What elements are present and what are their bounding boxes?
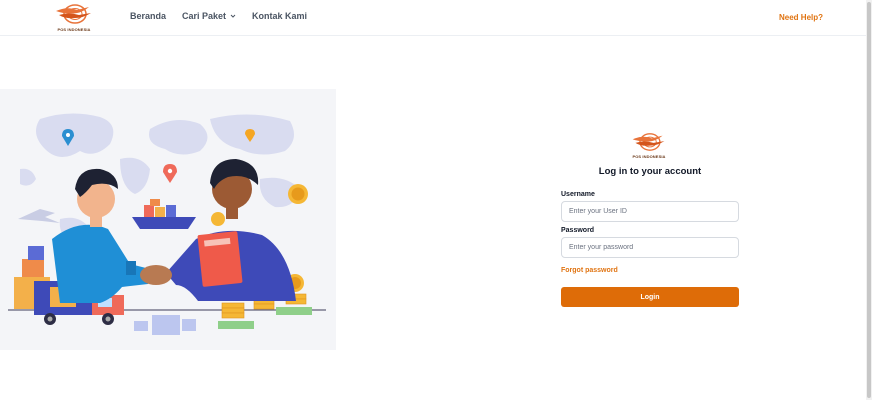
pos-eagle-icon	[56, 4, 91, 24]
nav-cari-paket-label: Cari Paket	[182, 11, 227, 21]
login-logo-text: POS INDONESIA	[632, 154, 666, 159]
forgot-password-link[interactable]: Forgot password	[561, 267, 618, 274]
login-logo: POS INDONESIA	[630, 131, 668, 159]
login-button[interactable]: Login	[561, 287, 739, 307]
username-label: Username	[561, 191, 595, 198]
nav-cari-paket[interactable]: Cari Paket	[182, 11, 236, 21]
password-label: Password	[561, 227, 595, 234]
login-title: Log in to your account	[598, 166, 702, 177]
pos-eagle-icon	[632, 133, 665, 151]
password-input[interactable]	[561, 237, 739, 258]
username-input[interactable]	[561, 201, 739, 222]
nav-beranda[interactable]: Beranda	[130, 11, 166, 21]
need-help-link[interactable]: Need Help?	[779, 13, 823, 22]
nav-kontak-kami-label: Kontak Kami	[252, 11, 308, 21]
scrollbar-thumb[interactable]	[867, 2, 871, 398]
logo-text: POS INDONESIA	[57, 27, 91, 32]
main-nav: Beranda Cari Paket Kontak Kami	[130, 11, 307, 21]
chevron-down-icon	[230, 14, 236, 18]
nav-kontak-kami[interactable]: Kontak Kami	[252, 11, 307, 21]
pos-indonesia-logo[interactable]: POS INDONESIA	[53, 2, 95, 32]
nav-beranda-label: Beranda	[130, 11, 167, 21]
top-navbar: POS INDONESIA Beranda Cari Paket Kontak …	[0, 0, 866, 36]
hero-illustration	[0, 89, 336, 350]
handshake-logistics-illustration	[8, 113, 326, 335]
